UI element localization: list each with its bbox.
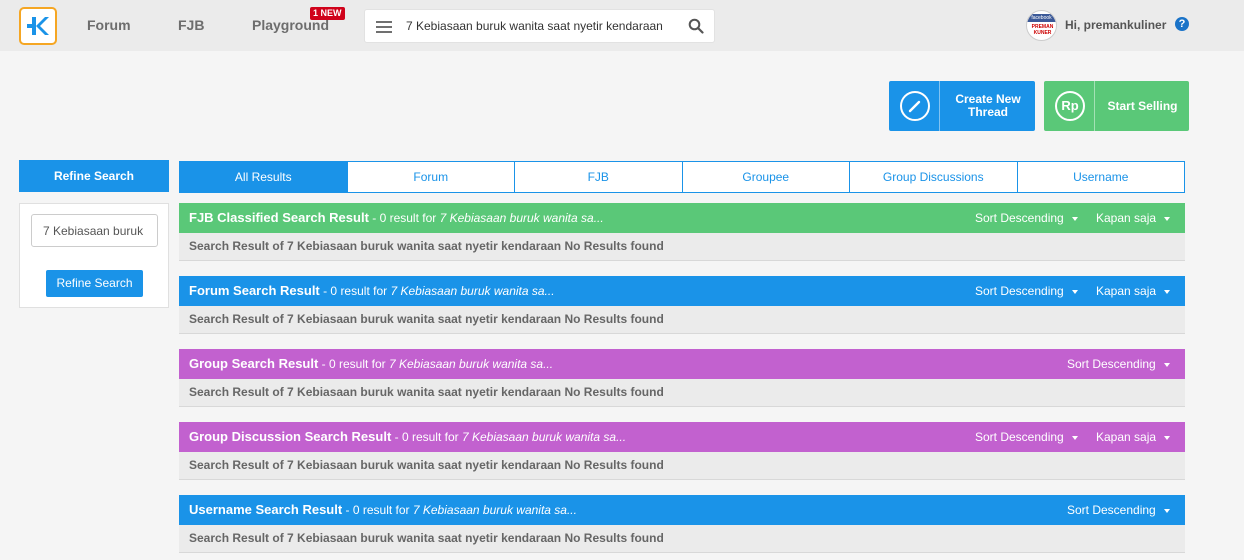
time-dropdown[interactable]: Kapan saja — [1096, 276, 1171, 306]
time-dropdown[interactable]: Kapan saja — [1096, 422, 1171, 452]
query-text: 7 Kebiasaan buruk wanita sa... — [461, 430, 627, 444]
start-selling-label: Start Selling — [1107, 98, 1178, 113]
create-label-line1: Create New — [955, 92, 1021, 106]
sort-dropdown[interactable]: Sort Descending — [975, 203, 1078, 233]
create-new-thread-button[interactable]: Create New Thread — [889, 81, 1035, 131]
section-header: Group Search Result - 0 result for 7 Keb… — [179, 349, 1185, 379]
section-title: Username Search Result — [189, 502, 343, 517]
refine-search-header: Refine Search — [19, 160, 169, 192]
group-result-section: Group Search Result - 0 result for 7 Keb… — [179, 349, 1185, 407]
create-label-line2: Thread — [967, 105, 1008, 119]
result-count: - 0 result for — [391, 430, 462, 444]
rupiah-icon-text: Rp — [1055, 91, 1085, 121]
section-header: Group Discussion Search Result - 0 resul… — [179, 422, 1185, 452]
sort-dropdown[interactable]: Sort Descending — [1067, 349, 1170, 379]
query-text: 7 Kebiasaan buruk wanita sa... — [390, 284, 555, 298]
username-result-section: Username Search Result - 0 result for 7 … — [179, 495, 1185, 553]
rupiah-icon: Rp — [1044, 81, 1095, 131]
sort-dropdown[interactable]: Sort Descending — [1067, 495, 1170, 525]
forum-result-section: Forum Search Result - 0 result for 7 Keb… — [179, 276, 1185, 334]
user-greeting[interactable]: Hi, premankuliner — [1065, 18, 1166, 32]
result-tabs: All Results Forum FJB Groupee Group Disc… — [179, 161, 1185, 193]
chevron-down-icon — [1071, 216, 1078, 221]
no-results-message: Search Result of 7 Kebiasaan buruk wanit… — [179, 379, 1185, 407]
avatar-text-bottom: PREMAN KUNER — [1031, 24, 1054, 36]
result-count: - 0 result for — [318, 357, 389, 371]
section-header: Username Search Result - 0 result for 7 … — [179, 495, 1185, 525]
refine-search-panel: Refine Search — [19, 203, 169, 308]
no-results-message: Search Result of 7 Kebiasaan buruk wanit… — [179, 452, 1185, 480]
search-icon[interactable] — [688, 18, 704, 34]
refine-search-button[interactable]: Refine Search — [46, 270, 143, 297]
chevron-down-icon — [1071, 289, 1078, 294]
fjb-result-section: FJB Classified Search Result - 0 result … — [179, 203, 1185, 261]
chevron-down-icon — [1164, 435, 1171, 440]
tab-all-results[interactable]: All Results — [179, 161, 348, 193]
result-count: - 0 result for — [342, 503, 413, 517]
section-title: Group Search Result — [189, 356, 319, 371]
help-icon[interactable]: ? — [1175, 17, 1189, 31]
tab-group-discussions[interactable]: Group Discussions — [850, 161, 1018, 193]
result-count: - 0 result for — [368, 211, 440, 225]
tab-forum[interactable]: Forum — [347, 161, 515, 193]
avatar[interactable]: facebook PREMAN KUNER — [1026, 10, 1057, 41]
hamburger-menu-icon[interactable] — [376, 21, 392, 36]
search-input[interactable] — [406, 10, 676, 42]
no-results-message: Search Result of 7 Kebiasaan buruk wanit… — [179, 233, 1185, 261]
search-bar — [364, 9, 715, 43]
section-title: Group Discussion Search Result — [189, 429, 392, 444]
tab-username[interactable]: Username — [1017, 161, 1185, 193]
sort-dropdown[interactable]: Sort Descending — [975, 422, 1078, 452]
start-selling-button[interactable]: Rp Start Selling — [1044, 81, 1189, 131]
nav-fjb-link[interactable]: FJB — [178, 17, 204, 33]
pencil-icon — [889, 81, 940, 131]
group-discussion-result-section: Group Discussion Search Result - 0 resul… — [179, 422, 1185, 480]
chevron-down-icon — [1164, 289, 1171, 294]
time-dropdown[interactable]: Kapan saja — [1096, 203, 1171, 233]
chevron-down-icon — [1164, 216, 1171, 221]
chevron-down-icon — [1071, 435, 1078, 440]
nav-forum-link[interactable]: Forum — [87, 17, 131, 33]
section-header: Forum Search Result - 0 result for 7 Keb… — [179, 276, 1185, 306]
tab-groupee[interactable]: Groupee — [682, 161, 850, 193]
no-results-message: Search Result of 7 Kebiasaan buruk wanit… — [179, 525, 1185, 553]
section-header: FJB Classified Search Result - 0 result … — [179, 203, 1185, 233]
avatar-text-top: facebook — [1027, 14, 1056, 22]
no-results-message: Search Result of 7 Kebiasaan buruk wanit… — [179, 306, 1185, 334]
section-title: Forum Search Result — [189, 283, 320, 298]
query-text: 7 Kebiasaan buruk wanita sa... — [412, 503, 577, 517]
sort-dropdown[interactable]: Sort Descending — [975, 276, 1078, 306]
tab-fjb[interactable]: FJB — [515, 161, 683, 193]
chevron-down-icon — [1163, 362, 1170, 367]
kaskus-logo[interactable] — [19, 7, 57, 45]
result-count: - 0 result for — [319, 284, 391, 298]
top-navbar: Forum FJB Playground 1 NEW facebook PREM… — [0, 0, 1244, 51]
new-badge: 1 NEW — [310, 7, 345, 20]
query-text: 7 Kebiasaan buruk wanita sa... — [439, 211, 604, 225]
refine-search-input[interactable] — [31, 214, 158, 247]
query-text: 7 Kebiasaan buruk wanita sa... — [389, 357, 554, 371]
chevron-down-icon — [1163, 508, 1170, 513]
kaskus-k-icon — [27, 17, 49, 35]
section-title: FJB Classified Search Result — [189, 210, 369, 225]
